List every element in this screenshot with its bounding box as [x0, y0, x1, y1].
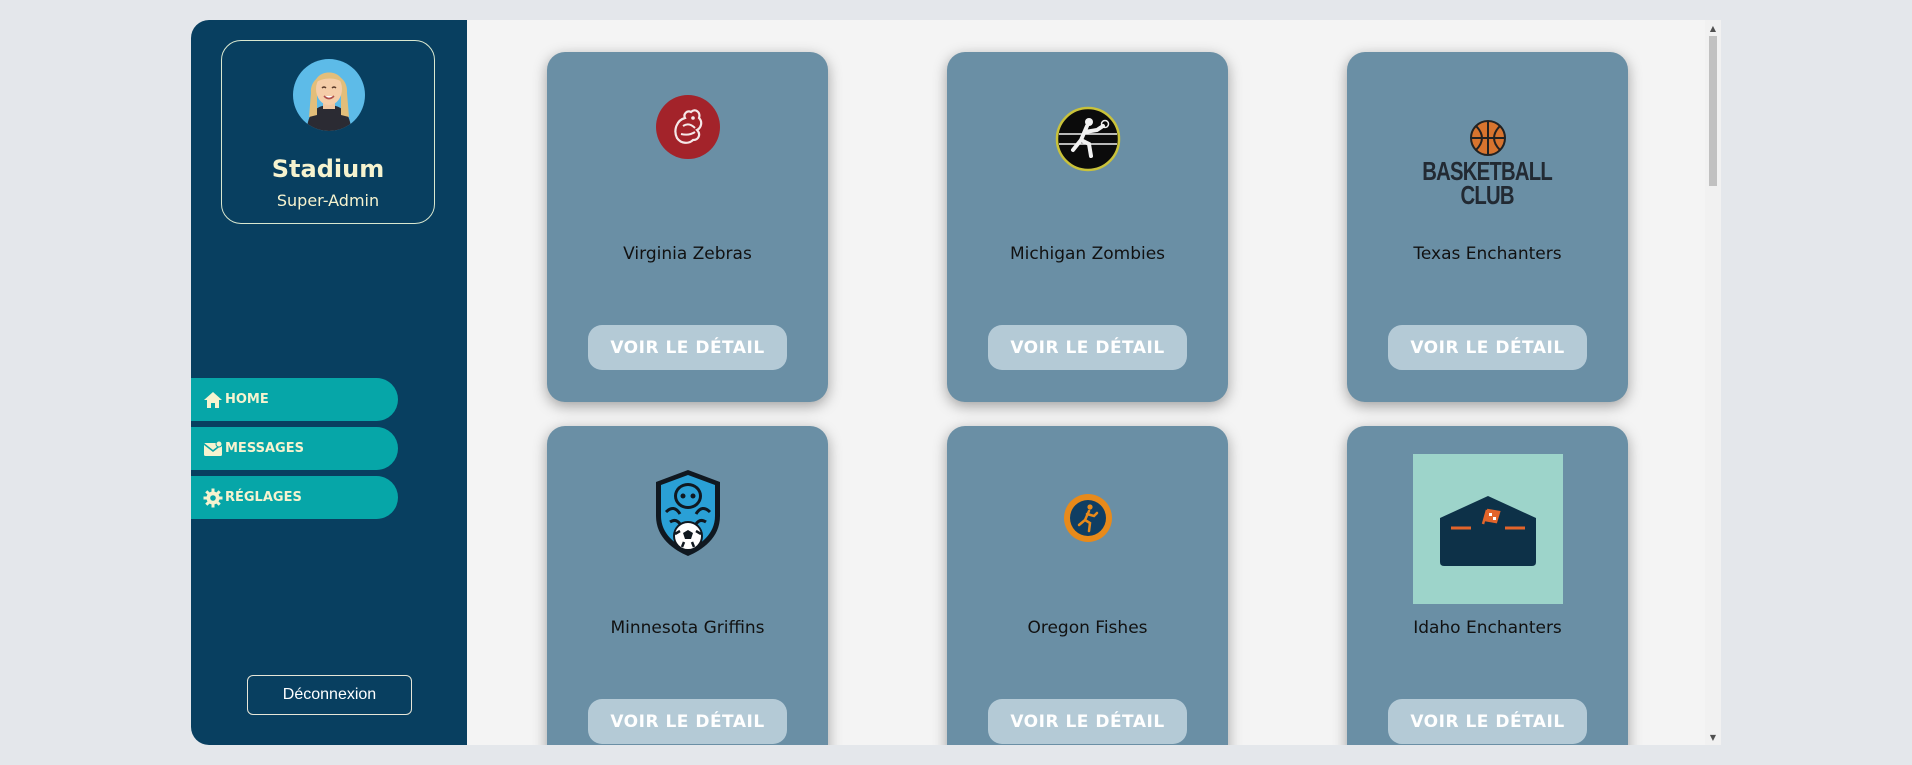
octopus-soccer-logo	[655, 470, 720, 556]
app-window: Stadium Super-Admin HOME MESSAGES RÉGLAG…	[191, 20, 1721, 745]
sidebar-item-label: MESSAGES	[225, 441, 304, 456]
team-card: Oregon Fishes VOIR LE DÉTAIL	[947, 426, 1228, 745]
vertical-scrollbar[interactable]: ▲ ▼	[1705, 20, 1721, 745]
runner-logo	[1063, 494, 1112, 542]
team-logo: BASKETBALL CLUB	[1347, 88, 1628, 238]
sidebar-item-messages[interactable]: MESSAGES	[191, 427, 398, 470]
logo-text-line: CLUB	[1460, 180, 1515, 210]
team-logo	[1347, 454, 1628, 604]
team-grid: Virginia Zebras VOIR LE DÉTAIL Michigan …	[467, 20, 1705, 745]
basketball-club-logo	[1469, 120, 1506, 156]
team-logo	[547, 468, 828, 618]
sidebar-item-label: RÉGLAGES	[225, 490, 302, 505]
team-name: Michigan Zombies	[1009, 244, 1166, 264]
sidebar: Stadium Super-Admin HOME MESSAGES RÉGLAG…	[191, 20, 467, 745]
view-detail-button[interactable]: VOIR LE DÉTAIL	[1388, 699, 1587, 744]
team-name: Texas Enchanters	[1413, 244, 1562, 264]
sidebar-item-label: HOME	[225, 392, 269, 407]
profile-role: Super-Admin	[276, 191, 380, 210]
sidebar-item-settings[interactable]: RÉGLAGES	[191, 476, 398, 519]
team-logo	[947, 106, 1228, 256]
tennis-player-logo	[1055, 106, 1120, 172]
avatar	[293, 59, 365, 131]
sidebar-item-home[interactable]: HOME	[191, 378, 398, 421]
team-card: Michigan Zombies VOIR LE DÉTAIL	[947, 52, 1228, 402]
view-detail-button[interactable]: VOIR LE DÉTAIL	[988, 699, 1187, 744]
team-card: Virginia Zebras VOIR LE DÉTAIL	[547, 52, 828, 402]
view-detail-button[interactable]: VOIR LE DÉTAIL	[988, 325, 1187, 370]
scroll-down-arrow-icon[interactable]: ▼	[1705, 731, 1721, 743]
profile-name: Stadium	[271, 155, 385, 183]
team-card: Idaho Enchanters VOIR LE DÉTAIL	[1347, 426, 1628, 745]
sidebar-nav: HOME MESSAGES RÉGLAGES	[191, 378, 398, 525]
view-detail-button[interactable]: VOIR LE DÉTAIL	[1388, 325, 1587, 370]
home-icon	[203, 390, 223, 410]
team-card: BASKETBALL CLUB Texas Enchanters VOIR LE…	[1347, 52, 1628, 402]
team-name: Oregon Fishes	[1027, 618, 1148, 638]
view-detail-button[interactable]: VOIR LE DÉTAIL	[588, 699, 787, 744]
team-name: Virginia Zebras	[623, 244, 752, 264]
team-name: Minnesota Griffins	[610, 618, 765, 638]
view-detail-button[interactable]: VOIR LE DÉTAIL	[588, 325, 787, 370]
envelope-icon	[203, 439, 223, 459]
dragon-logo	[655, 95, 720, 159]
team-logo	[547, 94, 828, 244]
scrollbar-thumb[interactable]	[1709, 36, 1717, 186]
team-name: Idaho Enchanters	[1413, 618, 1562, 638]
racing-flag-logo	[1412, 454, 1563, 604]
team-card: Minnesota Griffins VOIR LE DÉTAIL	[547, 426, 828, 745]
scroll-up-arrow-icon[interactable]: ▲	[1705, 22, 1721, 34]
gear-icon	[203, 488, 223, 508]
profile-card: Stadium Super-Admin	[221, 40, 435, 224]
logout-button[interactable]: Déconnexion	[247, 675, 412, 715]
